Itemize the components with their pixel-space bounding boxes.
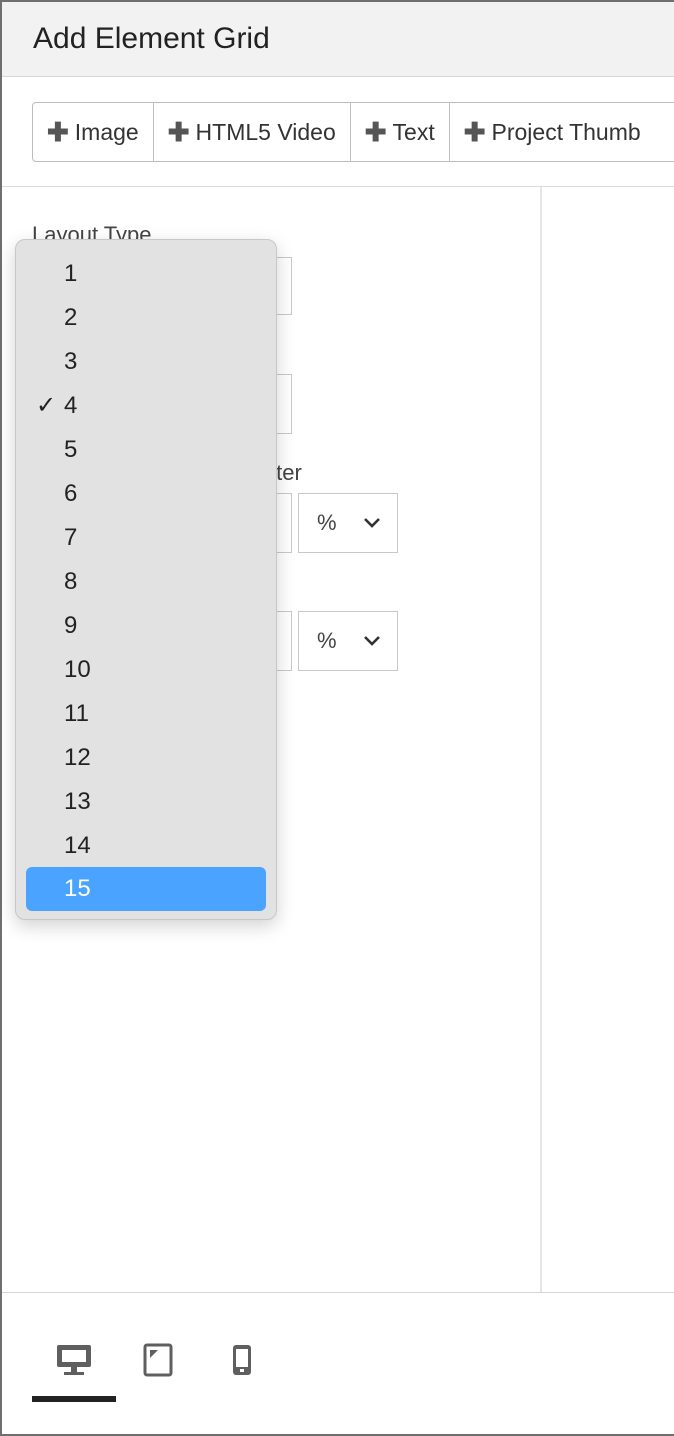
add-project-thumb-button[interactable]: ✚ Project Thumb xyxy=(450,103,655,161)
element-toolbar: ✚ Image ✚ HTML5 Video ✚ Text ✚ Project T… xyxy=(32,102,674,162)
dropdown-option[interactable]: 6 xyxy=(26,472,266,516)
active-tab-indicator xyxy=(32,1396,116,1402)
add-text-button[interactable]: ✚ Text xyxy=(351,103,450,161)
columns-dropdown-menu[interactable]: 1 2 3 ✓ 4 5 6 7 8 9 10 11 12 13 14 15 xyxy=(15,239,277,920)
dropdown-option[interactable]: 10 xyxy=(26,648,266,692)
spacing-unit-select[interactable]: % xyxy=(298,611,398,671)
add-text-label: Text xyxy=(392,118,435,145)
chevron-down-icon xyxy=(364,636,380,646)
plus-icon: ✚ xyxy=(167,117,190,147)
plus-icon: ✚ xyxy=(463,117,486,147)
checkmark-icon: ✓ xyxy=(36,392,57,419)
dropdown-option[interactable]: 9 xyxy=(26,604,266,648)
plus-icon: ✚ xyxy=(364,117,387,147)
desktop-view-tab[interactable] xyxy=(52,1338,96,1382)
dropdown-option[interactable]: 12 xyxy=(26,736,266,780)
dropdown-option-checked[interactable]: ✓ 4 xyxy=(26,384,266,428)
add-html5-video-label: HTML5 Video xyxy=(195,118,336,145)
spacing-unit-value: % xyxy=(317,628,337,653)
panel-divider xyxy=(540,187,542,1293)
dropdown-option[interactable]: 2 xyxy=(26,296,266,340)
dropdown-option[interactable]: 8 xyxy=(26,560,266,604)
add-image-label: Image xyxy=(74,118,139,145)
dropdown-option[interactable]: 1 xyxy=(26,252,266,296)
gutter-unit-value: % xyxy=(317,510,337,535)
plus-icon: ✚ xyxy=(47,117,69,147)
chevron-down-icon xyxy=(364,518,380,528)
mobile-icon xyxy=(233,1345,251,1375)
add-project-thumb-label: Project Thumb xyxy=(491,118,641,145)
desktop-icon xyxy=(57,1345,91,1375)
tablet-icon xyxy=(143,1343,173,1377)
add-image-button[interactable]: ✚ Image xyxy=(33,103,154,161)
mobile-view-tab[interactable] xyxy=(220,1338,264,1382)
dialog-title: Add Element Grid xyxy=(33,22,270,55)
dropdown-option[interactable]: 14 xyxy=(26,824,266,868)
dialog-header: Add Element Grid xyxy=(2,2,674,77)
footer-divider xyxy=(2,1292,674,1293)
dropdown-option[interactable]: 13 xyxy=(26,780,266,824)
tablet-view-tab[interactable] xyxy=(136,1338,180,1382)
dropdown-option-highlighted[interactable]: 15 xyxy=(26,867,266,911)
dropdown-option[interactable]: 5 xyxy=(26,428,266,472)
gutter-unit-select[interactable]: % xyxy=(298,493,398,553)
toolbar-divider xyxy=(2,186,674,187)
dropdown-option[interactable]: 11 xyxy=(26,692,266,736)
dropdown-option[interactable]: 3 xyxy=(26,340,266,384)
add-html5-video-button[interactable]: ✚ HTML5 Video xyxy=(154,103,351,161)
dropdown-option[interactable]: 7 xyxy=(26,516,266,560)
